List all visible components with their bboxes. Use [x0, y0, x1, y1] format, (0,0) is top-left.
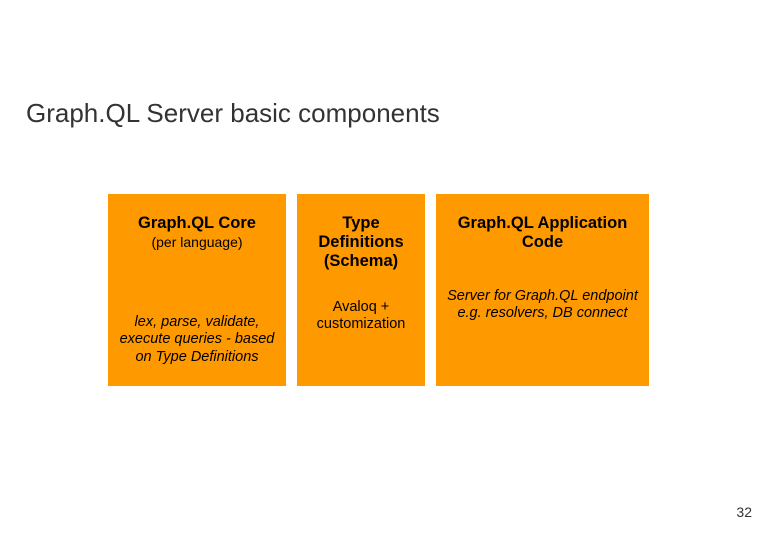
box-graphql-core: Graph.QL Core (per language) lex, parse,… — [108, 194, 286, 386]
slide-title: Graph.QL Server basic components — [26, 98, 440, 129]
box-description: Avaloq + customization — [305, 299, 417, 348]
boxes-container: Graph.QL Core (per language) lex, parse,… — [108, 194, 649, 386]
box-application-code: Graph.QL Application Code Server for Gra… — [436, 194, 649, 386]
box-title: Type Definitions (Schema) — [305, 214, 417, 271]
box-title: Graph.QL Application Code — [444, 214, 641, 252]
box-description: lex, parse, validate, execute queries - … — [116, 314, 278, 374]
box-subtitle: (per language) — [151, 234, 242, 250]
box-type-definitions: Type Definitions (Schema) Avaloq + custo… — [297, 194, 425, 386]
box-title: Graph.QL Core — [138, 214, 256, 233]
page-number: 32 — [736, 504, 752, 520]
box-description: Server for Graph.QL endpoint e.g. resolv… — [444, 288, 641, 337]
